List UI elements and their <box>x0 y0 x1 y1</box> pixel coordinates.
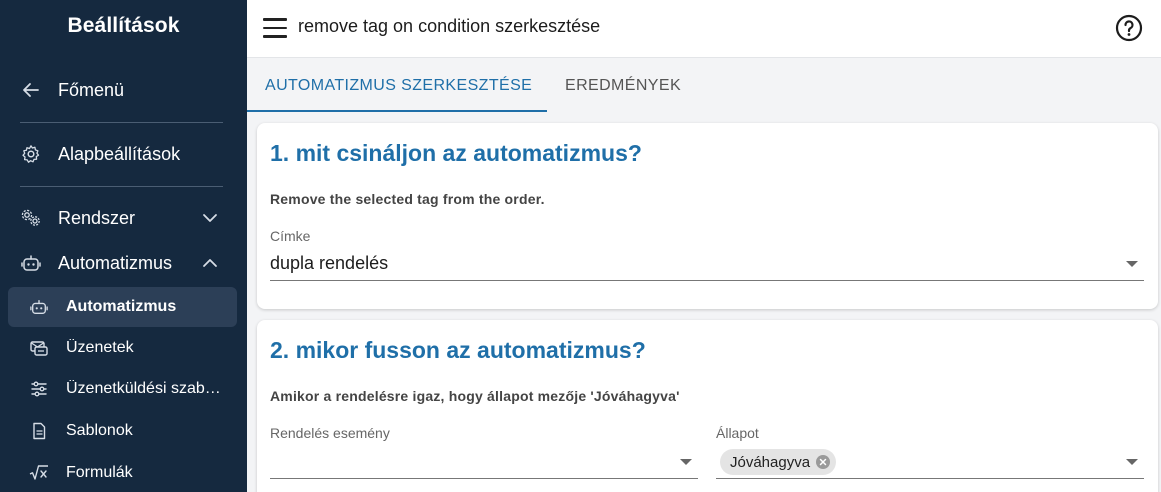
dropdown-arrow-icon <box>680 459 692 465</box>
field-label-allapot: Állapot <box>716 425 759 441</box>
formula-icon <box>28 462 50 484</box>
sidebar-subitem-uzenetek[interactable]: Üzenetek <box>8 328 237 368</box>
sidebar-subitem-label: Üzenetküldési szabályok <box>66 380 226 397</box>
cimke-select-value: dupla rendelés <box>270 253 389 273</box>
tab-automatizmus-szerkesztese[interactable]: AUTOMATIZMUS SZERKESZTÉSE <box>265 59 532 113</box>
field-label-cimke: Címke <box>270 228 311 244</box>
trigger-section-card: 2. mikor fusson az automatizmus? Amikor … <box>257 320 1158 492</box>
chevron-down-icon <box>200 208 220 228</box>
sidebar-subitem-label: Sablonok <box>66 422 133 439</box>
section-title: 2. mikor fusson az automatizmus? <box>270 337 646 363</box>
gears-icon <box>20 207 42 229</box>
dropdown-arrow-icon <box>1126 261 1138 267</box>
section-title: 1. mit csináljon az automatizmus? <box>270 140 642 166</box>
arrow-left-icon <box>20 79 42 101</box>
page-title: remove tag on condition szerkesztése <box>298 16 601 36</box>
action-section-card: 1. mit csináljon az automatizmus? Remove… <box>257 123 1158 309</box>
status-chip-label: Jóváhagyva <box>730 453 811 471</box>
document-icon <box>28 420 50 442</box>
robot-icon <box>28 296 50 318</box>
status-chip: Jóváhagyva <box>720 449 837 475</box>
sidebar-item-automatizmus[interactable]: Automatizmus <box>0 243 247 283</box>
sidebar-title: Beállítások <box>67 14 180 37</box>
sidebar: Beállítások Főmenü Alapbeállítások Rends… <box>0 0 247 492</box>
field-label-rendeles-esemeny: Rendelés esemény <box>270 425 390 441</box>
messages-icon <box>28 337 50 359</box>
help-circle-icon[interactable] <box>1115 14 1143 42</box>
section-description: Remove the selected tag from the order. <box>270 191 545 207</box>
tab-bar: AUTOMATIZMUS SZERKESZTÉSE EREDMÉNYEK <box>247 59 1161 113</box>
sliders-icon <box>28 378 50 400</box>
sidebar-divider <box>20 122 223 123</box>
sidebar-item-alapbeallitasok[interactable]: Alapbeállítások <box>0 134 247 174</box>
allapot-select[interactable]: Jóváhagyva <box>716 445 1144 479</box>
sidebar-item-back[interactable]: Főmenü <box>0 70 247 110</box>
sidebar-subitem-label: Formulák <box>66 464 133 481</box>
menu-icon[interactable] <box>263 14 291 42</box>
sidebar-item-label: Rendszer <box>58 207 136 228</box>
cimke-select[interactable]: dupla rendelés <box>270 247 1144 281</box>
section-description: Amikor a rendelésre igaz, hogy állapot m… <box>270 388 680 404</box>
gear-icon <box>20 143 42 165</box>
active-tab-indicator <box>247 110 547 112</box>
sidebar-item-label: Főmenü <box>58 79 125 100</box>
top-bar: remove tag on condition szerkesztése <box>247 0 1161 58</box>
dropdown-arrow-icon <box>1126 459 1138 465</box>
sidebar-subitem-label: Üzenetek <box>66 339 134 356</box>
sidebar-subitem-uzenetkuldesi[interactable]: Üzenetküldési szabályok <box>8 369 237 409</box>
chip-remove-icon[interactable] <box>816 455 831 469</box>
robot-icon <box>20 252 42 274</box>
sidebar-subitem-formulak[interactable]: Formulák <box>8 453 237 492</box>
rendeles-esemeny-select[interactable] <box>270 445 698 479</box>
sidebar-item-rendszer[interactable]: Rendszer <box>0 198 247 238</box>
sidebar-item-label: Automatizmus <box>58 252 173 273</box>
tab-eredmenyek[interactable]: EREDMÉNYEK <box>565 59 681 113</box>
chevron-up-icon <box>200 253 220 273</box>
sidebar-subitem-label: Automatizmus <box>66 298 177 315</box>
sidebar-divider <box>20 186 223 187</box>
sidebar-subitem-automatizmus[interactable]: Automatizmus <box>8 287 237 327</box>
sidebar-item-label: Alapbeállítások <box>58 143 181 164</box>
sidebar-subitem-sablonok[interactable]: Sablonok <box>8 411 237 451</box>
